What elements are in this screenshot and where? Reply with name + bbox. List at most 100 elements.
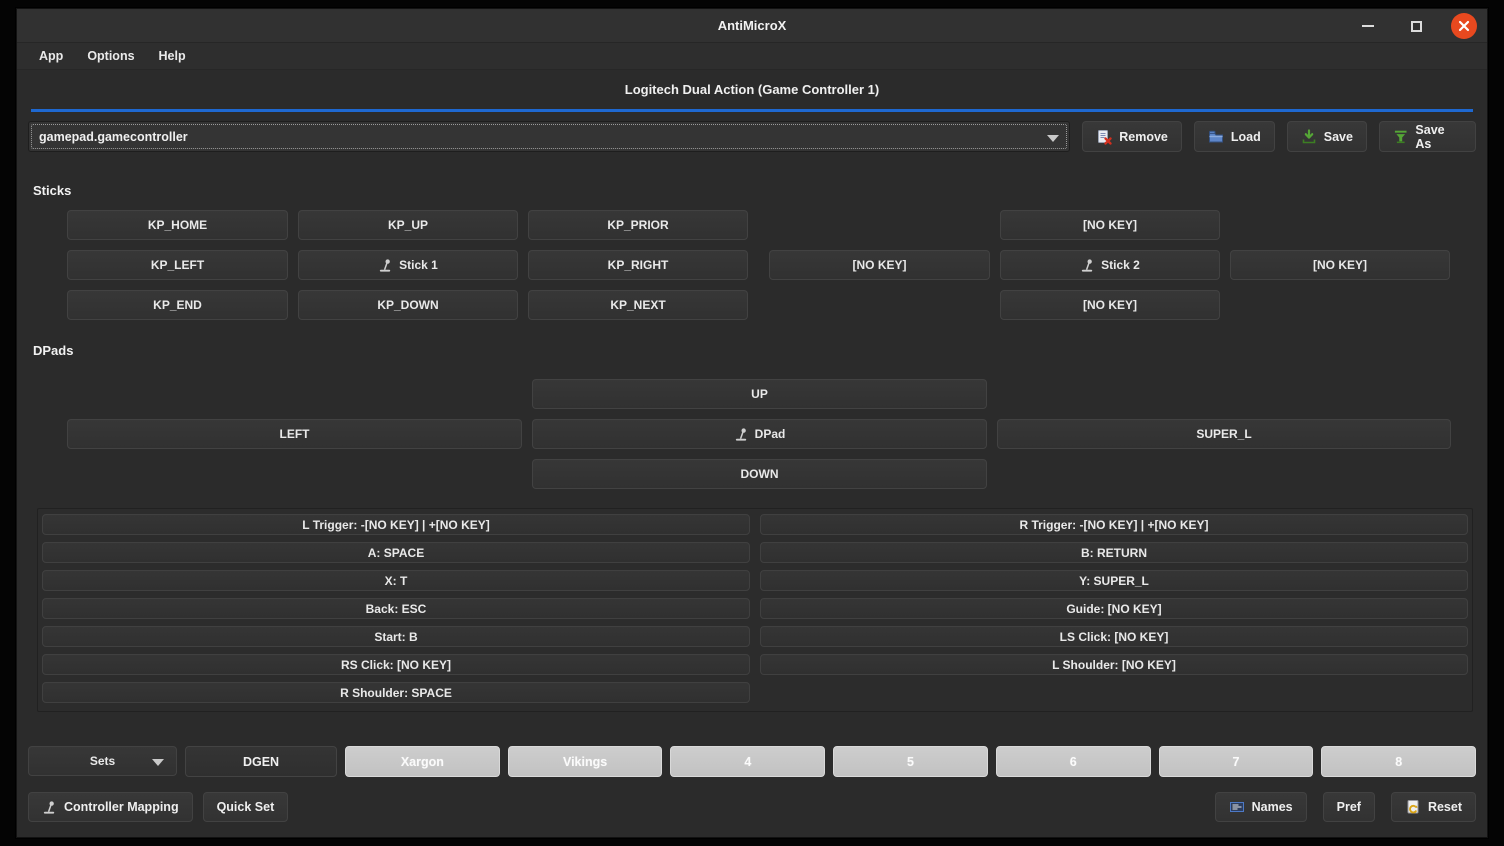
reset-icon (1405, 799, 1421, 815)
stick1-up-right-button[interactable]: KP_PRIOR (528, 210, 748, 240)
stick2-center-button[interactable]: Stick 2 (1000, 250, 1220, 280)
rs-click-button[interactable]: RS Click: [NO KEY] (42, 654, 750, 675)
remove-icon (1096, 129, 1112, 145)
window-controls (1355, 9, 1477, 43)
button-mappings-panel: L Trigger: -[NO KEY] | +[NO KEY] A: SPAC… (37, 508, 1473, 712)
a-button[interactable]: A: SPACE (42, 542, 750, 563)
set-tab-8[interactable]: 8 (1321, 746, 1476, 777)
ls-click-button[interactable]: LS Click: [NO KEY] (760, 626, 1468, 647)
load-button[interactable]: Load (1194, 121, 1275, 152)
maximize-button[interactable] (1403, 13, 1429, 39)
stick1-down-right-button[interactable]: KP_NEXT (528, 290, 748, 320)
start-button[interactable]: Start: B (42, 626, 750, 647)
controller-mapping-button[interactable]: Controller Mapping (28, 792, 193, 822)
stick2-left-button[interactable]: [NO KEY] (769, 250, 990, 280)
close-icon (1458, 20, 1470, 32)
stick2-label: Stick 2 (1101, 258, 1140, 272)
dpad-down-button[interactable]: DOWN (532, 459, 987, 489)
stick1-grid: KP_HOME KP_UP KP_PRIOR KP_LEFT Stick 1 K… (67, 210, 748, 320)
dpad-left-button[interactable]: LEFT (67, 419, 522, 449)
dpad-center-button[interactable]: DPad (532, 419, 987, 449)
chevron-down-icon (152, 759, 164, 766)
controller-tab[interactable]: Logitech Dual Action (Game Controller 1) (31, 70, 1473, 112)
r-shoulder-button[interactable]: R Shoulder: SPACE (42, 682, 750, 703)
profile-combobox[interactable]: gamepad.gamecontroller (28, 121, 1070, 152)
back-button[interactable]: Back: ESC (42, 598, 750, 619)
chevron-down-icon (1047, 135, 1059, 142)
quick-set-button[interactable]: Quick Set (203, 792, 289, 822)
x-button[interactable]: X: T (42, 570, 750, 591)
maximize-icon (1411, 21, 1422, 32)
reset-label: Reset (1428, 800, 1462, 814)
load-button-label: Load (1231, 130, 1261, 144)
joystick-icon (1080, 258, 1095, 273)
guide-button[interactable]: Guide: [NO KEY] (760, 598, 1468, 619)
menu-help[interactable]: Help (149, 46, 196, 66)
save-button-label: Save (1324, 130, 1353, 144)
stick1-down-left-button[interactable]: KP_END (67, 290, 288, 320)
stick1-down-button[interactable]: KP_DOWN (298, 290, 518, 320)
sticks-section-label: Sticks (33, 183, 1476, 198)
stick1-left-button[interactable]: KP_LEFT (67, 250, 288, 280)
names-icon (1229, 799, 1245, 815)
reset-button[interactable]: Reset (1391, 792, 1476, 822)
sets-row: Sets DGEN Xargon Vikings 4 5 6 7 8 (28, 746, 1476, 777)
remove-button[interactable]: Remove (1082, 121, 1182, 152)
names-button[interactable]: Names (1215, 792, 1307, 822)
controller-tab-title: Logitech Dual Action (Game Controller 1) (625, 82, 879, 97)
joystick-icon (734, 427, 749, 442)
stick2-up-button[interactable]: [NO KEY] (1000, 210, 1220, 240)
stick1-up-left-button[interactable]: KP_HOME (67, 210, 288, 240)
close-button[interactable] (1451, 13, 1477, 39)
dpad-up-button[interactable]: UP (532, 379, 987, 409)
save-as-button[interactable]: Save As (1379, 121, 1476, 152)
quick-set-label: Quick Set (217, 800, 275, 814)
l-shoulder-button[interactable]: L Shoulder: [NO KEY] (760, 654, 1468, 675)
b-button[interactable]: B: RETURN (760, 542, 1468, 563)
load-folder-icon (1208, 129, 1224, 145)
y-button[interactable]: Y: SUPER_L (760, 570, 1468, 591)
stick2-grid: [NO KEY] [NO KEY] Stick 2 [NO KEY] [NO K… (769, 210, 1450, 320)
dpad-label: DPad (755, 427, 786, 441)
l-trigger-button[interactable]: L Trigger: -[NO KEY] | +[NO KEY] (42, 514, 750, 535)
footer-left: Controller Mapping Quick Set (28, 792, 288, 822)
set-tab-1[interactable]: DGEN (185, 746, 337, 777)
set-tab-2[interactable]: Xargon (345, 746, 500, 777)
remove-button-label: Remove (1119, 130, 1168, 144)
sticks-section: KP_HOME KP_UP KP_PRIOR KP_LEFT Stick 1 K… (67, 210, 1476, 320)
stick2-down-button[interactable]: [NO KEY] (1000, 290, 1220, 320)
stick1-center-button[interactable]: Stick 1 (298, 250, 518, 280)
dpad-grid: UP LEFT DPad SUPER_L DOWN (67, 379, 1476, 489)
dpad-right-button[interactable]: SUPER_L (997, 419, 1451, 449)
sets-dropdown-button[interactable]: Sets (28, 746, 177, 776)
save-button[interactable]: Save (1287, 121, 1367, 152)
dpads-section-label: DPads (33, 343, 1476, 358)
footer-right: Names Pref Reset (1215, 792, 1476, 822)
save-as-button-label: Save As (1415, 123, 1462, 151)
menu-options[interactable]: Options (77, 46, 144, 66)
menu-app[interactable]: App (29, 46, 73, 66)
set-tab-6[interactable]: 6 (996, 746, 1151, 777)
stick1-label: Stick 1 (399, 258, 438, 272)
sets-dropdown-label: Sets (90, 754, 115, 768)
set-tab-4[interactable]: 4 (670, 746, 825, 777)
controller-mapping-label: Controller Mapping (64, 800, 179, 814)
set-tab-7[interactable]: 7 (1159, 746, 1314, 777)
stick2-right-button[interactable]: [NO KEY] (1230, 250, 1450, 280)
menu-bar: App Options Help (17, 43, 1487, 70)
footer-bar: Controller Mapping Quick Set Names Pref (28, 792, 1476, 822)
app-window: AntiMicroX App Options Help Logitech Dua… (16, 8, 1488, 838)
minimize-button[interactable] (1355, 13, 1381, 39)
r-trigger-button[interactable]: R Trigger: -[NO KEY] | +[NO KEY] (760, 514, 1468, 535)
save-as-icon (1393, 129, 1408, 145)
window-title: AntiMicroX (718, 18, 787, 33)
set-tab-5[interactable]: 5 (833, 746, 988, 777)
pref-button[interactable]: Pref (1323, 792, 1375, 822)
pref-label: Pref (1337, 800, 1361, 814)
joystick-icon (378, 258, 393, 273)
stick1-up-button[interactable]: KP_UP (298, 210, 518, 240)
minimize-icon (1362, 25, 1374, 27)
set-tab-3[interactable]: Vikings (508, 746, 663, 777)
stick1-right-button[interactable]: KP_RIGHT (528, 250, 748, 280)
profile-toolbar: gamepad.gamecontroller Remove Load (28, 121, 1476, 152)
